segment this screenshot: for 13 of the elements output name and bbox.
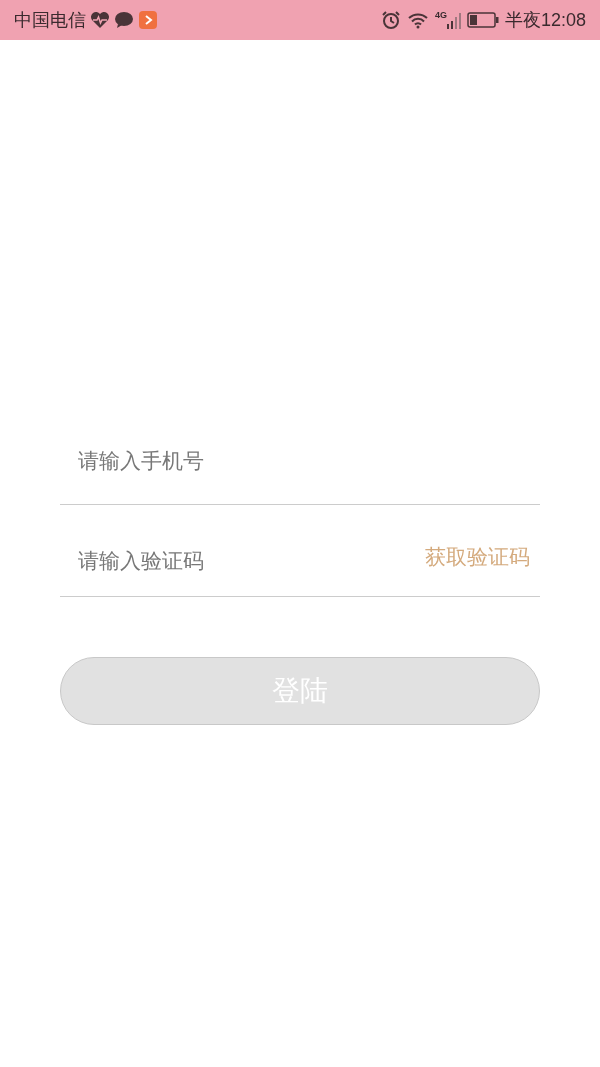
chat-bubble-icon <box>114 11 134 29</box>
clock: 半夜12:08 <box>504 8 586 32</box>
code-input-field[interactable]: 请输入验证码 获取验证码 <box>60 505 540 597</box>
battery-icon <box>466 12 499 28</box>
get-code-button[interactable]: 获取验证码 <box>425 540 530 573</box>
play-app-icon <box>138 10 158 30</box>
phone-input-field[interactable]: 请输入手机号 <box>60 415 540 505</box>
wifi-icon <box>406 11 429 29</box>
carrier-name: 中国电信 <box>14 8 86 32</box>
alarm-icon <box>380 10 401 30</box>
signal-icon <box>446 11 461 29</box>
network-type: 4G <box>434 11 447 20</box>
heart-pulse-icon <box>90 11 110 29</box>
